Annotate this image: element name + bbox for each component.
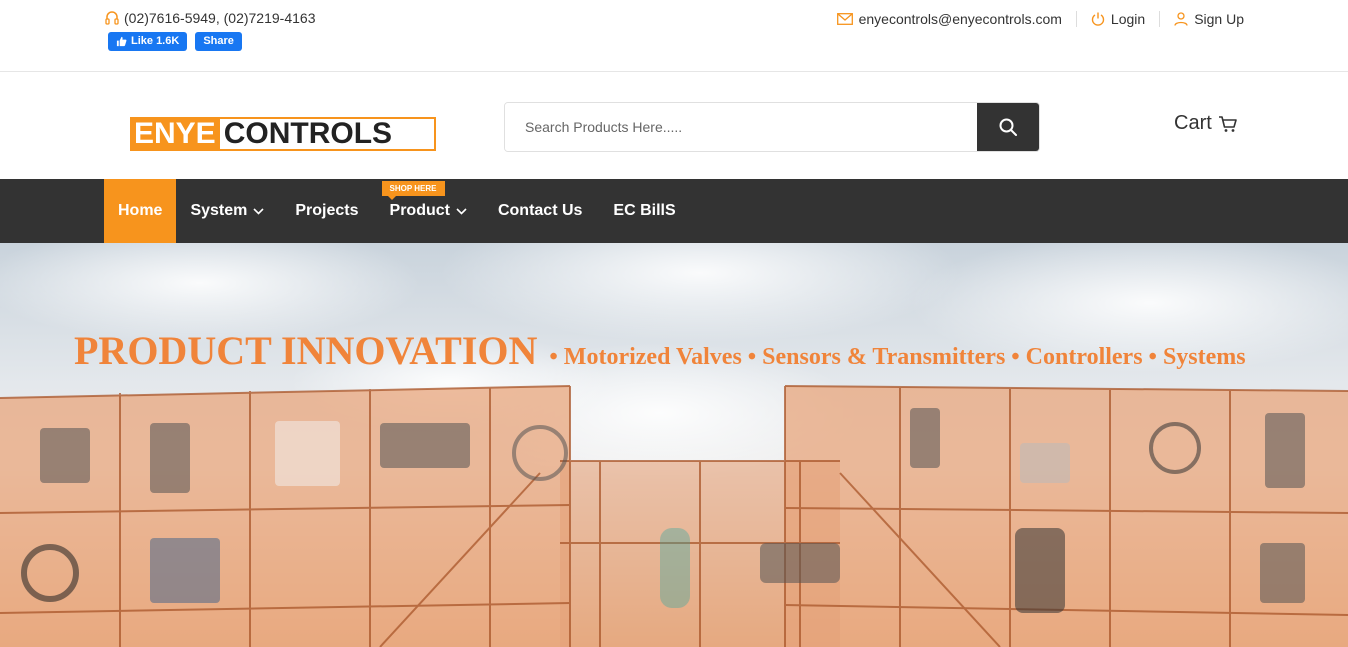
login-link[interactable]: Login: [1075, 11, 1159, 27]
fb-like-button[interactable]: Like 1.6K: [108, 32, 188, 51]
hero-subtitle: • Motorized Valves • Sensors & Transmitt…: [549, 344, 1246, 370]
hero-background-image: [0, 243, 1348, 647]
envelope-icon: [836, 13, 853, 25]
signup-label: Sign Up: [1194, 11, 1244, 27]
logo-enye: ENYE: [132, 119, 220, 149]
hero-banner[interactable]: PRODUCT INNOVATION • Motorized Valves • …: [0, 243, 1348, 647]
nav-item-ec-bills[interactable]: EC BillS: [599, 179, 692, 243]
signup-link[interactable]: Sign Up: [1159, 11, 1244, 27]
fb-like-label: Like 1.6K: [131, 35, 180, 47]
cart-label: Cart: [1174, 112, 1212, 134]
shop-here-badge: SHOP HERE: [381, 181, 445, 200]
nav-product-label: Product: [389, 202, 450, 219]
cart-link[interactable]: Cart: [1174, 112, 1238, 135]
hero-headline: PRODUCT INNOVATION • Motorized Valves • …: [74, 327, 1246, 374]
nav-home-label: Home: [118, 202, 163, 219]
nav-item-system[interactable]: System: [176, 179, 281, 243]
email-link[interactable]: enyecontrols@enyecontrols.com: [823, 11, 1076, 27]
search-input[interactable]: [505, 103, 977, 151]
main-navigation: Home System Projects SHOP HERE Product C…: [0, 179, 1348, 243]
search-bar: [504, 102, 1040, 152]
site-header: ENYE CONTROLS Cart: [0, 72, 1348, 179]
hero-title: PRODUCT INNOVATION: [74, 328, 538, 373]
top-bar: (02)7616-5949, (02)7219-4163 Like 1.6K S…: [0, 0, 1348, 72]
thumbs-up-icon: [116, 36, 127, 47]
fb-share-label: Share: [203, 35, 234, 47]
account-links: enyecontrols@enyecontrols.com Login Sign…: [823, 8, 1244, 30]
login-label: Login: [1110, 11, 1146, 27]
headset-icon: [105, 11, 119, 25]
nav-item-home[interactable]: Home: [104, 179, 177, 243]
chevron-down-icon: [253, 207, 264, 215]
nav-system-label: System: [190, 202, 248, 219]
email-text: enyecontrols@enyecontrols.com: [858, 11, 1062, 27]
phone-numbers: (02)7616-5949, (02)7219-4163: [124, 10, 316, 26]
search-icon: [999, 118, 1017, 136]
logo-controls: CONTROLS: [223, 117, 393, 150]
phone-info: (02)7616-5949, (02)7219-4163: [104, 10, 315, 26]
cart-icon: [1218, 115, 1237, 132]
fb-share-button[interactable]: Share: [195, 32, 242, 51]
nav-ec-bills-label: EC BillS: [613, 202, 676, 219]
nav-projects-label: Projects: [295, 202, 359, 219]
nav-contact-label: Contact Us: [497, 202, 583, 219]
chevron-down-icon: [456, 207, 467, 215]
nav-item-product[interactable]: SHOP HERE Product: [376, 179, 484, 243]
facebook-widgets: Like 1.6K Share: [108, 32, 242, 51]
power-icon: [1091, 12, 1105, 26]
user-icon: [1174, 12, 1188, 26]
search-button[interactable]: [977, 103, 1039, 151]
site-logo[interactable]: ENYE CONTROLS: [130, 117, 436, 151]
nav-item-projects[interactable]: Projects: [281, 179, 375, 243]
nav-item-contact[interactable]: Contact Us: [484, 179, 599, 243]
